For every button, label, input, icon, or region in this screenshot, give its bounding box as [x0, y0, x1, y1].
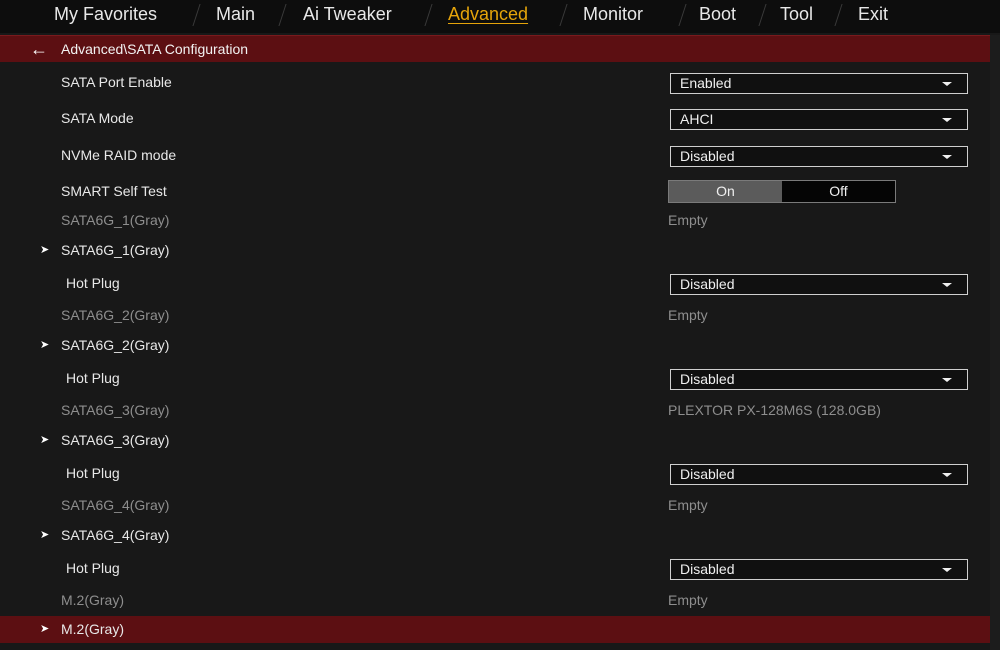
tab-boot[interactable]: Boot [699, 2, 736, 28]
dropdown-value: Enabled [680, 75, 732, 91]
dropdown-value: Disabled [680, 466, 735, 482]
tab-exit[interactable]: Exit [858, 2, 888, 28]
tab-divider [278, 4, 287, 26]
chevron-down-icon [942, 82, 952, 86]
port-info-value: Empty [668, 307, 708, 323]
smart-self-test-label: SMART Self Test [61, 183, 167, 199]
dropdown-value: AHCI [680, 111, 714, 127]
tab-tool[interactable]: Tool [780, 2, 813, 28]
port-submenu-item[interactable]: SATA6G_2(Gray) [61, 336, 169, 354]
port-info-label: SATA6G_3(Gray) [61, 402, 170, 418]
nvme-raid-mode-dropdown[interactable]: Disabled [670, 146, 968, 167]
chevron-down-icon [942, 568, 952, 572]
submenu-arrow-icon: ➤ [40, 529, 50, 541]
chevron-down-icon [942, 118, 952, 122]
port-submenu-item[interactable]: SATA6G_4(Gray) [61, 526, 169, 544]
sata-mode-label: SATA Mode [61, 110, 134, 126]
arrow-left-icon[interactable]: ← [30, 38, 48, 60]
hot-plug-label: Hot Plug [66, 560, 120, 576]
breadcrumb: ← Advanced\SATA Configuration [0, 35, 990, 62]
port-submenu-item[interactable]: SATA6G_1(Gray) [61, 241, 169, 259]
top-navigation: My Favorites Main Ai Tweaker Advanced Mo… [0, 0, 1000, 33]
chevron-down-icon [942, 283, 952, 287]
dropdown-value: Disabled [680, 148, 735, 164]
submenu-arrow-icon: ➤ [40, 623, 50, 635]
tab-divider [834, 4, 843, 26]
smart-self-test-toggle[interactable]: On Off [668, 180, 896, 203]
hot-plug-label: Hot Plug [66, 275, 120, 291]
tab-ai-tweaker[interactable]: Ai Tweaker [303, 2, 392, 28]
port-submenu-item[interactable]: SATA6G_3(Gray) [61, 431, 169, 449]
hot-plug-dropdown[interactable]: Disabled [670, 274, 968, 295]
port-info-label: SATA6G_2(Gray) [61, 307, 170, 323]
bios-window: My Favorites Main Ai Tweaker Advanced Mo… [0, 0, 1000, 650]
port-info-label: SATA6G_1(Gray) [61, 212, 170, 228]
m2-submenu-item[interactable]: M.2(Gray) [61, 620, 124, 638]
dropdown-value: Disabled [680, 371, 735, 387]
sata-port-enable-label: SATA Port Enable [61, 74, 172, 90]
tab-divider [678, 4, 687, 26]
chevron-down-icon [942, 473, 952, 477]
m2-submenu-row[interactable]: ➤ M.2(Gray) [0, 616, 990, 643]
hot-plug-label: Hot Plug [66, 465, 120, 481]
toggle-on-option[interactable]: On [669, 181, 782, 202]
tab-divider [424, 4, 433, 26]
tab-my-favorites[interactable]: My Favorites [54, 2, 157, 28]
dropdown-value: Disabled [680, 276, 735, 292]
scrollbar[interactable] [990, 35, 1000, 650]
submenu-arrow-icon: ➤ [40, 244, 50, 256]
breadcrumb-path: Advanced\SATA Configuration [61, 41, 249, 57]
chevron-down-icon [942, 155, 952, 159]
m2-info-label: M.2(Gray) [61, 592, 124, 608]
tab-divider [192, 4, 201, 26]
m2-info-value: Empty [668, 592, 708, 608]
hot-plug-dropdown[interactable]: Disabled [670, 369, 968, 390]
port-info-value: PLEXTOR PX-128M6S (128.0GB) [668, 402, 881, 418]
port-info-label: SATA6G_4(Gray) [61, 497, 170, 513]
dropdown-value: Disabled [680, 561, 735, 577]
tab-advanced[interactable]: Advanced [448, 2, 528, 28]
sata-mode-dropdown[interactable]: AHCI [670, 109, 968, 130]
hot-plug-dropdown[interactable]: Disabled [670, 559, 968, 580]
port-info-value: Empty [668, 497, 708, 513]
tab-divider [559, 4, 568, 26]
tab-monitor[interactable]: Monitor [583, 2, 643, 28]
submenu-arrow-icon: ➤ [40, 434, 50, 446]
toggle-off-option[interactable]: Off [782, 181, 895, 202]
hot-plug-dropdown[interactable]: Disabled [670, 464, 968, 485]
port-info-value: Empty [668, 212, 708, 228]
submenu-arrow-icon: ➤ [40, 339, 50, 351]
tab-main[interactable]: Main [216, 2, 255, 28]
tab-divider [758, 4, 767, 26]
chevron-down-icon [942, 378, 952, 382]
sata-port-enable-dropdown[interactable]: Enabled [670, 73, 968, 94]
hot-plug-label: Hot Plug [66, 370, 120, 386]
nvme-raid-mode-label: NVMe RAID mode [61, 147, 177, 163]
